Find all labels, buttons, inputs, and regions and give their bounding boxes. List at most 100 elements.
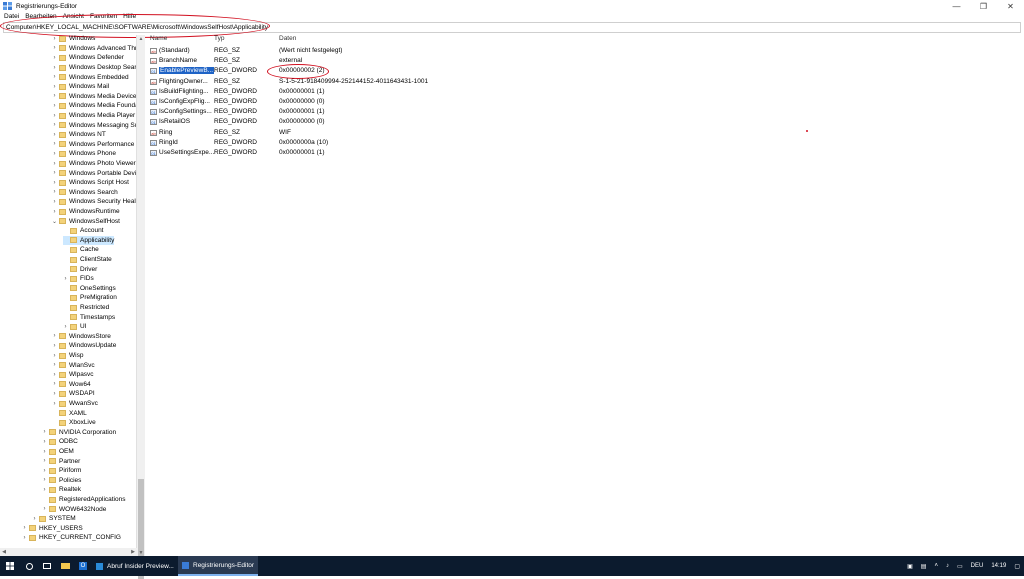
chevron-right-icon[interactable]: › <box>63 276 68 282</box>
tree-item[interactable]: › Windows Embedded <box>52 72 129 82</box>
chevron-right-icon[interactable]: › <box>52 65 57 71</box>
tree-horizontal-scrollbar[interactable]: ◀ ▶ <box>0 548 137 556</box>
tree-item[interactable]: › Wlpasvc <box>52 370 94 380</box>
tree-item[interactable]: › Policies <box>42 476 82 486</box>
tree-item[interactable]: › WlanSvc <box>52 360 95 370</box>
tree-item[interactable]: Applicability <box>63 235 115 246</box>
start-button[interactable] <box>0 556 20 576</box>
chevron-right-icon[interactable]: › <box>52 74 57 80</box>
value-row[interactable]: 01 IsConfigExpFlig... REG_DWORD 0x00000000 … <box>146 97 1024 107</box>
close-button[interactable]: ✕ <box>997 0 1024 12</box>
tree-item[interactable]: › Windows Portable Device <box>52 168 137 178</box>
chevron-right-icon[interactable]: › <box>42 468 47 474</box>
tree-item[interactable]: ⌄ WindowsSelfHost <box>52 216 120 226</box>
tree-item[interactable]: › WindowsRuntime <box>52 207 120 217</box>
file-explorer-button[interactable] <box>56 556 74 576</box>
tree-item[interactable]: ClientState <box>63 255 112 265</box>
tree-item[interactable]: › OEM <box>42 447 74 457</box>
value-row[interactable]: ab FlightingOwner... REG_SZ S-1-5-21-918409… <box>146 77 1024 87</box>
chevron-right-icon[interactable]: › <box>42 487 47 493</box>
chevron-right-icon[interactable]: › <box>32 516 37 522</box>
chevron-right-icon[interactable]: › <box>52 189 57 195</box>
battery-icon[interactable]: ▭ <box>957 563 963 570</box>
scroll-right-arrow-icon[interactable]: ▶ <box>129 548 137 556</box>
chevron-right-icon[interactable]: › <box>52 103 57 109</box>
column-header-name[interactable]: Name <box>150 35 167 44</box>
tree-item[interactable]: › Piriform <box>42 466 82 476</box>
tree-item[interactable]: › WwanSvc <box>52 399 98 409</box>
tree-item[interactable]: XboxLive <box>52 418 96 428</box>
clock[interactable]: 14:19 <box>991 563 1006 569</box>
chevron-right-icon[interactable]: › <box>52 170 57 176</box>
tree-item[interactable]: › WSDAPI <box>52 389 95 399</box>
taskbar-app-regedit[interactable]: Registrierungs-Editor <box>178 556 258 576</box>
tree-item[interactable]: › Windows Media Player N <box>52 111 137 121</box>
tree-item[interactable]: › Windows Media Foundat <box>52 101 137 111</box>
value-row[interactable]: 01 IsRetailOS REG_DWORD 0x00000000 (0) <box>146 117 1024 127</box>
chevron-right-icon[interactable]: › <box>52 132 57 138</box>
chevron-right-icon[interactable]: › <box>42 477 47 483</box>
chevron-right-icon[interactable]: › <box>42 439 47 445</box>
chevron-right-icon[interactable]: › <box>22 535 27 541</box>
value-row[interactable]: 01 UseSettingsExpe... REG_DWORD 0x00000001 … <box>146 148 1024 158</box>
tree-item[interactable]: Driver <box>63 264 97 274</box>
chevron-right-icon[interactable]: › <box>52 362 57 368</box>
chevron-right-icon[interactable]: › <box>42 429 47 435</box>
tree-item[interactable]: › Windows Desktop Search <box>52 63 137 73</box>
chevron-right-icon[interactable]: › <box>52 209 57 215</box>
scroll-down-arrow-icon[interactable]: ▼ <box>137 549 145 556</box>
value-row[interactable]: ab Ring REG_SZ WIF <box>146 128 1024 138</box>
notifications-icon[interactable]: ▢ <box>1014 563 1020 570</box>
outlook-button[interactable]: O <box>74 556 92 576</box>
chevron-right-icon[interactable]: › <box>52 84 57 90</box>
column-header-type[interactable]: Typ <box>214 35 224 44</box>
chevron-right-icon[interactable]: › <box>42 506 47 512</box>
value-row[interactable]: ab (Standard) REG_SZ (Wert nicht festgelegt… <box>146 46 1024 56</box>
menu-datei[interactable]: Datei <box>4 13 19 20</box>
chevron-right-icon[interactable]: › <box>22 525 27 531</box>
chevron-right-icon[interactable]: › <box>52 36 57 42</box>
tree-item[interactable]: › HKEY_CURRENT_CONFIG <box>22 533 121 543</box>
chevron-right-icon[interactable]: › <box>52 343 57 349</box>
chevron-right-icon[interactable]: › <box>52 113 57 119</box>
tree-item[interactable]: › NVIDIA Corporation <box>42 428 117 438</box>
tree-item[interactable]: › Wow64 <box>52 380 91 390</box>
chevron-right-icon[interactable]: › <box>52 45 57 51</box>
tree-item[interactable]: › Windows Mail <box>52 82 110 92</box>
taskbar-app-browser[interactable]: Abruf Insider Preview... <box>92 556 178 576</box>
task-view-button[interactable] <box>38 556 56 576</box>
chevron-right-icon[interactable]: › <box>52 151 57 157</box>
tree-item[interactable]: › Wisp <box>52 351 84 361</box>
chevron-right-icon[interactable]: › <box>63 324 68 330</box>
chevron-right-icon[interactable]: › <box>52 122 57 128</box>
chevron-right-icon[interactable]: › <box>52 180 57 186</box>
tree-item[interactable]: › Windows Script Host <box>52 178 129 188</box>
tree-item[interactable]: › Realtek <box>42 485 82 495</box>
tree-item[interactable]: › FIDs <box>63 274 94 284</box>
tree-item[interactable]: › Windows NT <box>52 130 106 140</box>
tree-item[interactable]: › Windows Advanced Thre <box>52 44 137 54</box>
tree-item[interactable]: › Windows Phone <box>52 149 116 159</box>
chevron-right-icon[interactable]: › <box>52 333 57 339</box>
key-tree[interactable]: › Windows › Windows Advanced Thre › Windows D… <box>0 35 137 556</box>
tree-item[interactable]: › HKEY_USERS <box>22 524 83 534</box>
tree-item[interactable]: Timestamps <box>63 312 115 322</box>
minimize-button[interactable]: — <box>943 0 970 12</box>
tree-item[interactable]: OneSettings <box>63 284 116 294</box>
chevron-right-icon[interactable]: › <box>52 401 57 407</box>
scroll-up-arrow-icon[interactable]: ▲ <box>137 35 145 42</box>
tree-item[interactable]: › Windows Messaging Sub <box>52 120 137 130</box>
column-header-data[interactable]: Daten <box>279 35 296 44</box>
tree-item[interactable]: › WindowsStore <box>52 332 111 342</box>
tree-item[interactable]: PreMigration <box>63 293 117 303</box>
tree-item[interactable]: › Windows Search <box>52 188 118 198</box>
chevron-right-icon[interactable]: › <box>52 93 57 99</box>
values-pane[interactable]: Name Typ Daten ab (Standard) REG_SZ (Wert n… <box>146 35 1024 556</box>
language-indicator[interactable]: DEU <box>971 563 984 569</box>
tree-item[interactable]: Cache <box>63 245 99 255</box>
tree-item[interactable]: › Windows <box>52 35 96 44</box>
tree-item[interactable]: › Windows Photo Viewer <box>52 159 136 169</box>
value-row[interactable]: 01 IsConfigSettings... REG_DWORD 0x00000001… <box>146 107 1024 117</box>
chevron-right-icon[interactable]: › <box>52 161 57 167</box>
chevron-right-icon[interactable]: › <box>52 391 57 397</box>
